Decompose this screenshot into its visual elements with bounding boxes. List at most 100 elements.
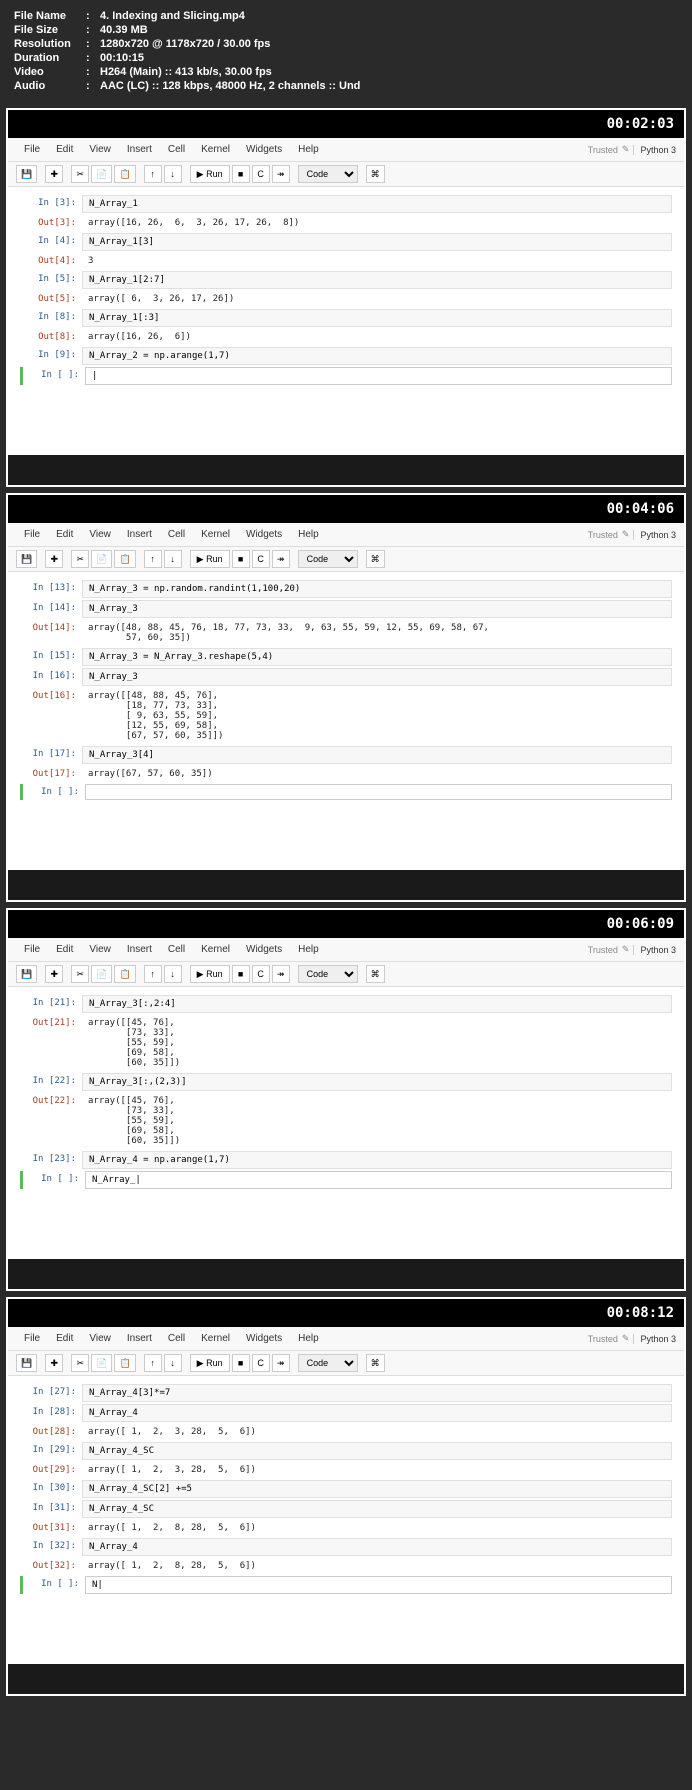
menu-insert[interactable]: Insert	[119, 1331, 160, 1346]
input-cell[interactable]: In [4]: N_Array_1[3]	[20, 233, 672, 251]
menu-widgets[interactable]: Widgets	[238, 527, 290, 542]
active-input-cell[interactable]: In [ ]: |	[20, 367, 672, 385]
input-cell[interactable]: In [3]: N_Array_1	[20, 195, 672, 213]
save-button[interactable]: 💾	[16, 965, 37, 983]
code-content[interactable]: N_Array_4_SC	[82, 1500, 672, 1518]
cut-button[interactable]: ✂	[71, 965, 89, 983]
restart-run-button[interactable]: ↠	[272, 165, 290, 183]
input-cell[interactable]: In [5]: N_Array_1[2:7]	[20, 271, 672, 289]
cell-type-select[interactable]: Code	[298, 965, 358, 983]
menu-cell[interactable]: Cell	[160, 1331, 193, 1346]
restart-button[interactable]: C	[252, 1354, 270, 1372]
code-content[interactable]: N_Array_3[4]	[82, 746, 672, 764]
menu-help[interactable]: Help	[290, 1331, 327, 1346]
menu-kernel[interactable]: Kernel	[193, 142, 238, 157]
restart-run-button[interactable]: ↠	[272, 550, 290, 568]
code-content[interactable]: N_Array_4	[82, 1538, 672, 1556]
input-cell[interactable]: In [9]: N_Array_2 = np.arange(1,7)	[20, 347, 672, 365]
menu-file[interactable]: File	[16, 142, 48, 157]
move-down-button[interactable]: ↓	[164, 550, 182, 568]
code-content[interactable]: N_Array_4[3]*=7	[82, 1384, 672, 1402]
input-cell[interactable]: In [21]: N_Array_3[:,2:4]	[20, 995, 672, 1013]
cell-type-select[interactable]: Code	[298, 550, 358, 568]
menu-edit[interactable]: Edit	[48, 142, 81, 157]
run-button[interactable]: ▶ Run	[190, 965, 230, 983]
cut-button[interactable]: ✂	[71, 165, 89, 183]
input-cell[interactable]: In [15]: N_Array_3 = N_Array_3.reshape(5…	[20, 648, 672, 666]
menu-edit[interactable]: Edit	[48, 942, 81, 957]
restart-button[interactable]: C	[252, 550, 270, 568]
menu-widgets[interactable]: Widgets	[238, 142, 290, 157]
code-content[interactable]: N_Array_4_SC	[82, 1442, 672, 1460]
edit-icon[interactable]: ✎	[622, 529, 630, 540]
menu-file[interactable]: File	[16, 942, 48, 957]
kernel-name[interactable]: Python 3	[633, 1334, 676, 1344]
input-cell[interactable]: In [32]: N_Array_4	[20, 1538, 672, 1556]
input-cell[interactable]: In [16]: N_Array_3	[20, 668, 672, 686]
active-input-cell[interactable]: In [ ]: N|	[20, 1576, 672, 1594]
add-cell-button[interactable]: ✚	[45, 965, 63, 983]
menu-help[interactable]: Help	[290, 942, 327, 957]
menu-edit[interactable]: Edit	[48, 1331, 81, 1346]
input-cell[interactable]: In [30]: N_Array_4_SC[2] +=5	[20, 1480, 672, 1498]
code-editor[interactable]	[85, 784, 672, 800]
move-up-button[interactable]: ↑	[144, 165, 162, 183]
copy-button[interactable]: 📄	[91, 1354, 112, 1372]
edit-icon[interactable]: ✎	[622, 1333, 630, 1344]
menu-insert[interactable]: Insert	[119, 942, 160, 957]
add-cell-button[interactable]: ✚	[45, 550, 63, 568]
restart-run-button[interactable]: ↠	[272, 1354, 290, 1372]
active-input-cell[interactable]: In [ ]:	[20, 784, 672, 800]
stop-button[interactable]: ■	[232, 165, 250, 183]
code-content[interactable]: N_Array_1[2:7]	[82, 271, 672, 289]
copy-button[interactable]: 📄	[91, 165, 112, 183]
move-up-button[interactable]: ↑	[144, 1354, 162, 1372]
code-content[interactable]: N_Array_3[:,2:4]	[82, 995, 672, 1013]
menu-file[interactable]: File	[16, 527, 48, 542]
move-up-button[interactable]: ↑	[144, 550, 162, 568]
command-palette-button[interactable]: ⌘	[366, 965, 385, 983]
menu-kernel[interactable]: Kernel	[193, 527, 238, 542]
menu-insert[interactable]: Insert	[119, 527, 160, 542]
input-cell[interactable]: In [13]: N_Array_3 = np.random.randint(1…	[20, 580, 672, 598]
run-button[interactable]: ▶ Run	[190, 1354, 230, 1372]
stop-button[interactable]: ■	[232, 550, 250, 568]
menu-insert[interactable]: Insert	[119, 142, 160, 157]
input-cell[interactable]: In [28]: N_Array_4	[20, 1404, 672, 1422]
paste-button[interactable]: 📋	[114, 165, 135, 183]
paste-button[interactable]: 📋	[114, 965, 135, 983]
code-content[interactable]: N_Array_1	[82, 195, 672, 213]
command-palette-button[interactable]: ⌘	[366, 550, 385, 568]
cell-type-select[interactable]: Code	[298, 1354, 358, 1372]
code-content[interactable]: N_Array_3[:,(2,3)]	[82, 1073, 672, 1091]
command-palette-button[interactable]: ⌘	[366, 1354, 385, 1372]
code-content[interactable]: N_Array_1[3]	[82, 233, 672, 251]
command-palette-button[interactable]: ⌘	[366, 165, 385, 183]
input-cell[interactable]: In [27]: N_Array_4[3]*=7	[20, 1384, 672, 1402]
active-input-cell[interactable]: In [ ]: N_Array_|	[20, 1171, 672, 1189]
kernel-name[interactable]: Python 3	[633, 530, 676, 540]
input-cell[interactable]: In [31]: N_Array_4_SC	[20, 1500, 672, 1518]
code-editor[interactable]: N|	[85, 1576, 672, 1594]
menu-help[interactable]: Help	[290, 142, 327, 157]
menu-view[interactable]: View	[81, 142, 119, 157]
menu-widgets[interactable]: Widgets	[238, 1331, 290, 1346]
run-button[interactable]: ▶ Run	[190, 550, 230, 568]
cells-area[interactable]: In [13]: N_Array_3 = np.random.randint(1…	[8, 572, 684, 810]
cut-button[interactable]: ✂	[71, 1354, 89, 1372]
input-cell[interactable]: In [23]: N_Array_4 = np.arange(1,7)	[20, 1151, 672, 1169]
restart-run-button[interactable]: ↠	[272, 965, 290, 983]
menu-cell[interactable]: Cell	[160, 942, 193, 957]
menu-edit[interactable]: Edit	[48, 527, 81, 542]
menu-kernel[interactable]: Kernel	[193, 942, 238, 957]
cells-area[interactable]: In [21]: N_Array_3[:,2:4] Out[21]: array…	[8, 987, 684, 1199]
code-content[interactable]: N_Array_4_SC[2] +=5	[82, 1480, 672, 1498]
stop-button[interactable]: ■	[232, 965, 250, 983]
copy-button[interactable]: 📄	[91, 550, 112, 568]
menu-kernel[interactable]: Kernel	[193, 1331, 238, 1346]
copy-button[interactable]: 📄	[91, 965, 112, 983]
move-down-button[interactable]: ↓	[164, 965, 182, 983]
menu-cell[interactable]: Cell	[160, 527, 193, 542]
kernel-name[interactable]: Python 3	[633, 945, 676, 955]
kernel-name[interactable]: Python 3	[633, 145, 676, 155]
